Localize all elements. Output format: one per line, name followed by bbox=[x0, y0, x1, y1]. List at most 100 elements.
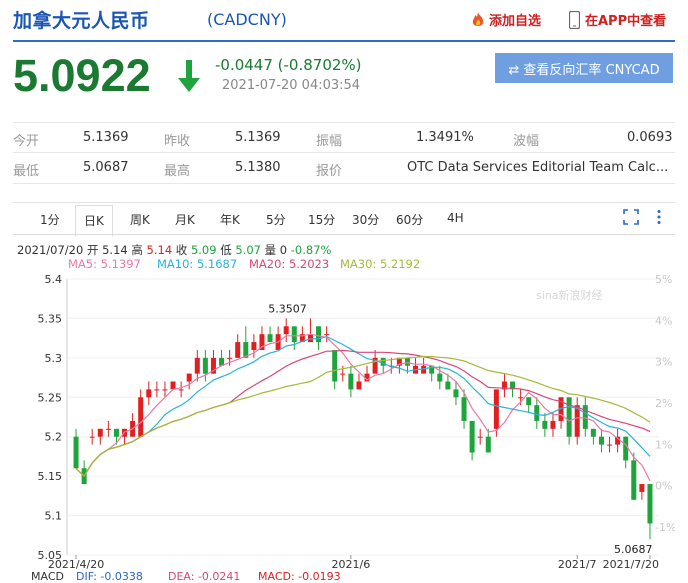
candle bbox=[445, 373, 451, 390]
arrow-down-icon bbox=[178, 60, 200, 92]
tab-5min[interactable]: 5分 bbox=[266, 211, 286, 228]
view-in-app-link[interactable]: 在APP中查看 bbox=[569, 10, 666, 29]
pct-tick-label: 0% bbox=[655, 480, 672, 493]
tab-yearly[interactable]: 年K bbox=[220, 211, 240, 228]
candle bbox=[550, 413, 556, 437]
candle bbox=[186, 373, 192, 390]
bar-date: 2021/07/20 bbox=[17, 243, 84, 257]
bar-close: 5.09 bbox=[190, 243, 217, 257]
volatility-label: 波幅 bbox=[513, 134, 540, 149]
more-options-icon[interactable] bbox=[651, 209, 667, 225]
candle bbox=[413, 357, 419, 374]
candle bbox=[582, 397, 588, 437]
candle bbox=[283, 318, 289, 343]
view-in-app-label: 在APP中查看 bbox=[585, 14, 667, 29]
quote-source-label: 报价 bbox=[316, 164, 343, 179]
y-tick-label: 5.2 bbox=[45, 431, 63, 444]
low-value: 5.0687 bbox=[83, 160, 129, 175]
quote-source-value: OTC Data Services Editorial Team Calc... bbox=[407, 160, 669, 175]
quote-timestamp: 2021-07-20 04:03:54 bbox=[222, 78, 361, 93]
bar-info: 2021/07/20 开 5.14 高 5.14 收 5.09 低 5.07 量… bbox=[17, 242, 331, 258]
tab-daily[interactable]: 日K bbox=[75, 205, 113, 237]
add-favorite-link[interactable]: 添加自选 bbox=[471, 10, 541, 29]
y-tick-label: 5.1 bbox=[45, 510, 63, 523]
tab-1min[interactable]: 1分 bbox=[40, 211, 60, 228]
candle bbox=[461, 389, 467, 429]
candle bbox=[316, 326, 322, 350]
candle bbox=[510, 381, 516, 398]
candle bbox=[607, 436, 613, 453]
bar-change: -0.87% bbox=[290, 243, 332, 257]
candle bbox=[235, 334, 241, 358]
ma10-line bbox=[75, 335, 651, 478]
fire-icon bbox=[472, 11, 484, 26]
candle bbox=[558, 397, 564, 429]
candle bbox=[598, 428, 604, 453]
tab-30min[interactable]: 30分 bbox=[352, 211, 379, 228]
candle bbox=[493, 389, 499, 437]
candle bbox=[647, 484, 653, 540]
bar-low-label: 低 bbox=[220, 243, 232, 257]
amplitude-value: 1.3491% bbox=[416, 130, 474, 145]
candle bbox=[138, 389, 144, 437]
tab-15min[interactable]: 15分 bbox=[308, 211, 335, 228]
add-favorite-label: 添加自选 bbox=[489, 14, 542, 29]
bar-close-label: 收 bbox=[175, 243, 188, 257]
candle bbox=[219, 349, 225, 366]
pct-tick-label: 1% bbox=[655, 438, 672, 451]
tab-4h[interactable]: 4H bbox=[447, 211, 464, 225]
x-tick-label: 2021/7/20 bbox=[603, 558, 659, 571]
bar-high: 5.14 bbox=[146, 243, 173, 257]
ma5-legend: MA5: 5.1397 bbox=[68, 257, 141, 271]
candle bbox=[639, 484, 645, 500]
bar-volume: 0 bbox=[279, 243, 288, 257]
candle bbox=[348, 365, 354, 398]
candle bbox=[202, 349, 208, 382]
y-tick-label: 5.3 bbox=[45, 352, 63, 365]
candle bbox=[615, 428, 621, 453]
prev-close-label: 昨收 bbox=[164, 134, 191, 149]
fullscreen-icon[interactable] bbox=[623, 209, 639, 225]
candle bbox=[113, 428, 119, 445]
macd-value-legend: MACD: -0.0193 bbox=[258, 570, 341, 583]
volatility-value: 0.0693 bbox=[627, 130, 673, 145]
candle bbox=[477, 428, 483, 445]
bar-volume-label: 量 bbox=[264, 243, 277, 257]
candle bbox=[526, 397, 532, 414]
candle bbox=[162, 381, 168, 398]
pct-tick-label: 4% bbox=[655, 314, 672, 327]
period-tabs: 1分 日K 周K 月K 年K 5分 15分 30分 60分 4H bbox=[13, 203, 675, 237]
candle bbox=[534, 397, 540, 429]
min-annotation: 5.0687 bbox=[614, 543, 653, 556]
candle bbox=[89, 428, 95, 445]
dif-legend: DIF: -0.0338 bbox=[76, 570, 143, 583]
candle bbox=[291, 326, 297, 350]
candle bbox=[97, 428, 103, 445]
bar-open-label: 开 bbox=[86, 243, 99, 257]
phone-icon bbox=[569, 10, 580, 29]
amplitude-label: 振幅 bbox=[316, 134, 343, 149]
reverse-rate-button[interactable]: ⇄ 查看反向汇率 CNYCAD bbox=[495, 53, 673, 83]
candle bbox=[437, 365, 443, 390]
header-divider bbox=[13, 40, 675, 42]
ma20-legend: MA20: 5.2023 bbox=[249, 257, 330, 271]
candle bbox=[170, 381, 176, 390]
ma30-legend: MA30: 5.2192 bbox=[340, 257, 421, 271]
tab-weekly[interactable]: 周K bbox=[130, 211, 150, 228]
price-change: -0.0447 (-0.8702%) bbox=[215, 56, 362, 74]
tab-monthly[interactable]: 月K bbox=[175, 211, 195, 228]
pct-tick-label: -1% bbox=[655, 521, 675, 534]
candle bbox=[542, 413, 548, 437]
page-header: 加拿大元人民币 (CADCNY) 添加自选 在APP中查看 bbox=[0, 0, 688, 40]
bar-high-label: 高 bbox=[131, 243, 143, 257]
y-tick-label: 5.05 bbox=[38, 549, 63, 562]
candle bbox=[299, 326, 305, 343]
macd-legend: MACD bbox=[31, 570, 64, 583]
high-value: 5.1380 bbox=[235, 160, 281, 175]
candle bbox=[396, 357, 402, 374]
candle bbox=[574, 397, 580, 445]
candle bbox=[380, 357, 386, 374]
candle bbox=[105, 420, 111, 437]
tab-60min[interactable]: 60分 bbox=[396, 211, 423, 228]
y-tick-label: 5.4 bbox=[45, 273, 63, 286]
